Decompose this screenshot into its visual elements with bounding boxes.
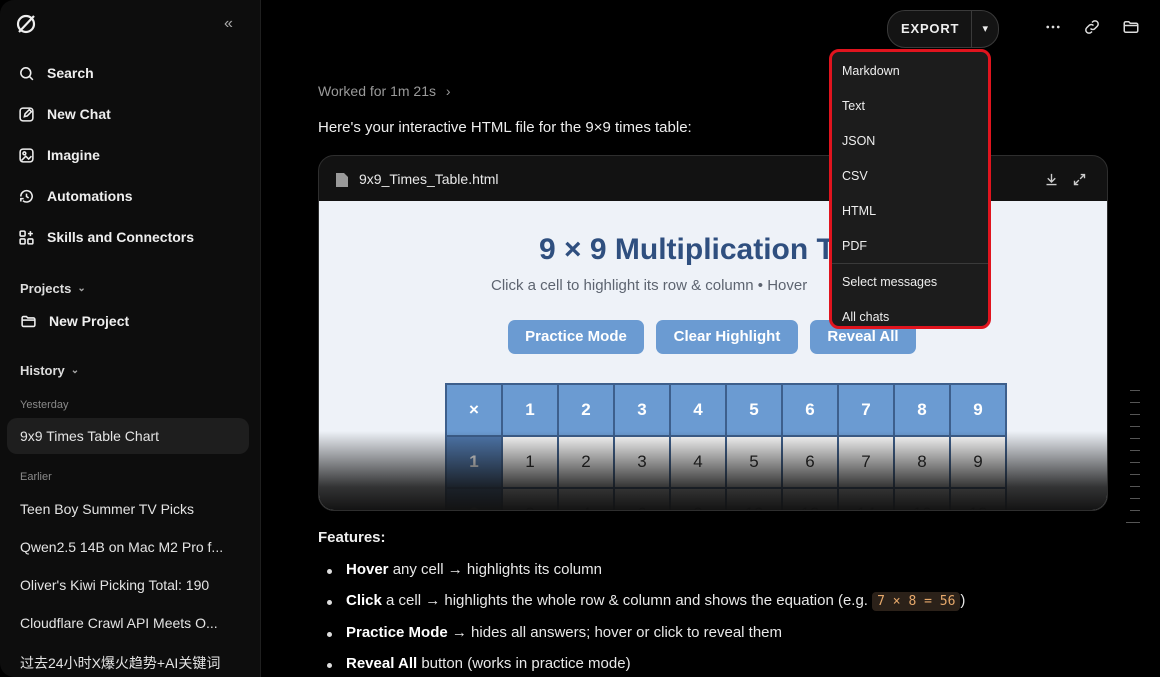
clear-highlight-button[interactable]: Clear Highlight <box>656 320 798 354</box>
table-cell[interactable]: 1 <box>501 383 559 437</box>
feature-text: → hides all answers; hover or click to r… <box>447 624 783 641</box>
feature-text: a cell → highlights the whole row & colu… <box>381 592 873 609</box>
history-item[interactable]: Cloudflare Crawl API Meets O... <box>20 615 245 631</box>
export-menu: Markdown Text JSON CSV HTML PDF Select m… <box>829 49 991 329</box>
expand-icon[interactable] <box>1072 172 1087 187</box>
feature-text: button (works in practice mode) <box>417 655 631 672</box>
new-project-label: New Project <box>49 313 130 329</box>
nav-label: Skills and Connectors <box>47 229 195 245</box>
table-cell[interactable]: × <box>445 383 503 437</box>
nav-label: Search <box>47 65 94 81</box>
history-item[interactable]: Oliver's Kiwi Picking Total: 190 <box>20 577 245 593</box>
table-cell[interactable]: 3 <box>613 383 671 437</box>
projects-label: Projects <box>20 281 72 296</box>
history-item[interactable]: Qwen2.5 14B on Mac M2 Pro f... <box>20 539 245 555</box>
worked-label: Worked for 1m 21s <box>318 83 437 99</box>
preview-fade-overlay <box>319 431 1107 510</box>
export-markdown[interactable]: Markdown <box>842 64 900 78</box>
history-label: History <box>20 363 65 378</box>
practice-mode-button[interactable]: Practice Mode <box>508 320 644 354</box>
history-item[interactable]: Teen Boy Summer TV Picks <box>20 501 245 517</box>
download-icon[interactable] <box>1044 172 1059 187</box>
nav-label: New Chat <box>47 106 111 122</box>
sidebar: « Search New Chat Imagine Automations Sk… <box>0 0 261 677</box>
table-cell[interactable]: 7 <box>837 383 895 437</box>
worked-duration[interactable]: Worked for 1m 21s › <box>318 83 451 99</box>
chevron-down-icon: ⌄ <box>77 283 86 294</box>
inline-code: 7 × 8 = 56 <box>872 592 961 611</box>
export-csv[interactable]: CSV <box>842 169 868 183</box>
new-project-button[interactable]: New Project <box>20 309 129 333</box>
export-pdf[interactable]: PDF <box>842 239 867 253</box>
history-group-earlier: Earlier <box>20 471 52 483</box>
export-control: EXPORT ▾ <box>887 10 1000 48</box>
nav-skills-connectors[interactable]: Skills and Connectors <box>18 225 194 249</box>
table-cell[interactable]: 6 <box>781 383 839 437</box>
file-icon <box>336 173 348 187</box>
nav-search[interactable]: Search <box>18 61 94 85</box>
nav-new-chat[interactable]: New Chat <box>18 102 111 126</box>
table-cell[interactable]: 4 <box>669 383 727 437</box>
table-cell[interactable]: 5 <box>725 383 783 437</box>
chat-main: EXPORT ▾ Worked for 1m 21s › Here's your… <box>261 0 1160 677</box>
table-cell[interactable]: 2 <box>557 383 615 437</box>
more-options-icon[interactable] <box>1044 18 1062 36</box>
feature-text: any cell → highlights its column <box>388 561 602 578</box>
table-cell[interactable]: 8 <box>893 383 951 437</box>
table-cell[interactable]: 9 <box>949 383 1007 437</box>
nav-imagine[interactable]: Imagine <box>18 143 100 167</box>
history-item[interactable]: 过去24小时X爆火趋势+AI关键词 <box>20 653 245 673</box>
export-button[interactable]: EXPORT <box>888 11 971 47</box>
app-window: « Search New Chat Imagine Automations Sk… <box>0 0 1160 677</box>
grid-plus-icon <box>19 229 34 245</box>
feature-bold: Reveal All <box>346 655 418 672</box>
folder-icon[interactable] <box>1122 18 1140 36</box>
folder-icon <box>21 315 36 327</box>
feature-item: Click a cell → highlights the whole row … <box>326 592 966 611</box>
select-messages-item[interactable]: Select messages <box>842 275 937 289</box>
features-heading: Features: <box>318 529 386 546</box>
logo-icon[interactable] <box>14 12 38 36</box>
file-name: 9x9_Times_Table.html <box>359 171 499 187</box>
image-icon <box>19 147 34 163</box>
collapse-sidebar-icon[interactable]: « <box>224 15 233 33</box>
assistant-intro: Here's your interactive HTML file for th… <box>318 119 692 136</box>
nav-label: Automations <box>47 188 133 204</box>
link-icon[interactable] <box>1083 18 1101 36</box>
preview-title: 9 × 9 Multiplication T <box>539 233 835 266</box>
feature-bold: Click <box>346 592 382 609</box>
nav-label: Imagine <box>47 147 100 163</box>
scroll-minimap[interactable] <box>1126 390 1140 534</box>
history-group-yesterday: Yesterday <box>20 399 69 411</box>
menu-divider <box>832 263 988 264</box>
projects-toggle[interactable]: Projects ⌄ <box>20 281 86 296</box>
feature-text: ) <box>960 592 966 609</box>
chevron-right-icon: › <box>445 83 451 99</box>
chevron-down-icon: ⌄ <box>70 365 80 376</box>
export-dropdown-toggle[interactable]: ▾ <box>971 11 998 47</box>
history-toggle[interactable]: History ⌄ <box>20 363 79 378</box>
table-header-row: × 1 2 3 4 5 6 7 8 9 <box>445 383 1007 437</box>
export-json[interactable]: JSON <box>842 134 875 148</box>
feature-bold: Hover <box>346 561 389 578</box>
nav-automations[interactable]: Automations <box>18 184 133 208</box>
export-html[interactable]: HTML <box>842 204 876 218</box>
feature-item: Reveal All button (works in practice mod… <box>327 655 631 672</box>
preview-subtitle: Click a cell to highlight its row & colu… <box>491 277 808 294</box>
history-item-active[interactable]: 9x9 Times Table Chart <box>7 418 249 454</box>
search-icon <box>20 66 34 80</box>
feature-bold: Practice Mode <box>346 624 448 641</box>
edit-icon <box>19 106 34 122</box>
export-text[interactable]: Text <box>842 99 865 113</box>
all-chats-item[interactable]: All chats <box>842 310 889 324</box>
feature-item: Hover any cell → highlights its column <box>327 561 602 578</box>
automation-icon <box>20 189 33 203</box>
feature-item: Practice Mode → hides all answers; hover… <box>326 624 783 641</box>
